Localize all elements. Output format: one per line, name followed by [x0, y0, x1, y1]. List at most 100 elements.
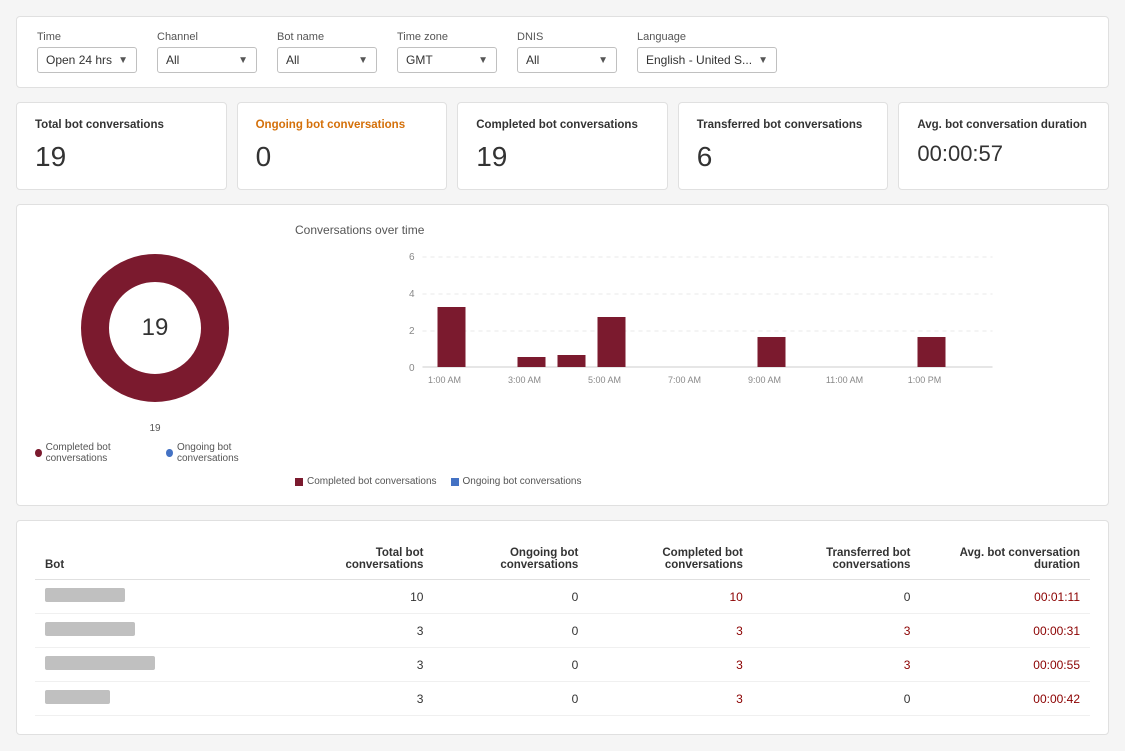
svg-text:11:00 AM: 11:00 AM: [826, 375, 863, 385]
bar-4am: [558, 355, 586, 367]
filter-time-select[interactable]: Open 24 hrs ▼: [37, 47, 137, 73]
donut-chart: 19: [70, 243, 240, 413]
bar-1pm: [918, 337, 946, 367]
filter-language-select[interactable]: English - United S... ▼: [637, 47, 777, 73]
col-avg: Avg. bot conversation duration: [920, 539, 1090, 580]
stat-ongoing-title: Ongoing bot conversations: [256, 119, 429, 131]
chevron-down-icon: ▼: [118, 55, 128, 66]
stat-transferred: Transferred bot conversations 6: [678, 102, 889, 190]
svg-text:1:00 PM: 1:00 PM: [908, 375, 942, 385]
filter-bar: Time Open 24 hrs ▼ Channel All ▼ Bot nam…: [16, 16, 1109, 88]
col-completed: Completed bot conversations: [588, 539, 753, 580]
filter-botname-value: All: [286, 53, 299, 67]
filter-time-value: Open 24 hrs: [46, 53, 112, 67]
filter-botname-select[interactable]: All ▼: [277, 47, 377, 73]
cell-avg: 00:00:42: [920, 682, 1090, 716]
stat-completed-title: Completed bot conversations: [476, 119, 649, 131]
donut-center-value: 19: [142, 314, 169, 342]
page: Time Open 24 hrs ▼ Channel All ▼ Bot nam…: [0, 0, 1125, 751]
filter-language: Language English - United S... ▼: [637, 31, 777, 73]
bar-3am: [518, 357, 546, 367]
bar-legend-ongoing-label: Ongoing bot conversations: [463, 476, 582, 487]
cell-completed: 3: [588, 614, 753, 648]
cell-transferred: 3: [753, 614, 921, 648]
filter-channel: Channel All ▼: [157, 31, 257, 73]
bar-9am: [758, 337, 786, 367]
stat-ongoing-value: 0: [256, 141, 429, 173]
filter-timezone-label: Time zone: [397, 31, 497, 43]
bar-legend-dot-ongoing: [451, 478, 459, 486]
stat-avg-duration: Avg. bot conversation duration 00:00:57: [898, 102, 1109, 190]
stat-transferred-value: 6: [697, 141, 870, 173]
bar-1am: [438, 307, 466, 367]
legend-completed: Completed bot conversations: [35, 442, 152, 464]
stat-total-title: Total bot conversations: [35, 119, 208, 131]
cell-total: 10: [295, 580, 433, 614]
cell-avg: 00:01:11: [920, 580, 1090, 614]
cell-ongoing: 0: [433, 580, 588, 614]
filter-time-label: Time: [37, 31, 137, 43]
cell-total: 3: [295, 682, 433, 716]
svg-text:5:00 AM: 5:00 AM: [588, 375, 621, 385]
donut-legend: Completed bot conversations Ongoing bot …: [35, 442, 275, 464]
table-row: 303300:00:55: [35, 648, 1090, 682]
svg-text:2: 2: [409, 326, 415, 337]
stat-avg-title: Avg. bot conversation duration: [917, 119, 1090, 131]
donut-label: 19: [149, 423, 160, 434]
bar-chart-container: Conversations over time 6 4 2 0: [295, 223, 1090, 487]
table-body: 10010000:01:11303300:00:31303300:00:5530…: [35, 580, 1090, 716]
filter-dnis-value: All: [526, 53, 539, 67]
cell-transferred: 3: [753, 648, 921, 682]
filter-language-value: English - United S...: [646, 53, 752, 67]
cell-ongoing: 0: [433, 682, 588, 716]
bar-chart-legend: Completed bot conversations Ongoing bot …: [295, 476, 1090, 487]
cell-ongoing: 0: [433, 648, 588, 682]
svg-text:4: 4: [409, 289, 415, 300]
stat-completed-value: 19: [476, 141, 649, 173]
col-transferred: Transferred bot conversations: [753, 539, 921, 580]
filter-dnis-select[interactable]: All ▼: [517, 47, 617, 73]
cell-total: 3: [295, 648, 433, 682]
bot-name-cell: [35, 614, 295, 648]
svg-text:1:00 AM: 1:00 AM: [428, 375, 461, 385]
bot-table: Bot Total bot conversations Ongoing bot …: [35, 539, 1090, 716]
filter-channel-select[interactable]: All ▼: [157, 47, 257, 73]
chevron-down-icon: ▼: [478, 55, 488, 66]
cell-avg: 00:00:31: [920, 614, 1090, 648]
filter-botname-label: Bot name: [277, 31, 377, 43]
stat-transferred-title: Transferred bot conversations: [697, 119, 870, 131]
stats-row: Total bot conversations 19 Ongoing bot c…: [16, 102, 1109, 190]
filter-time: Time Open 24 hrs ▼: [37, 31, 137, 73]
bot-name-cell: [35, 648, 295, 682]
legend-ongoing: Ongoing bot conversations: [166, 442, 275, 464]
bar-legend-completed: Completed bot conversations: [295, 476, 437, 487]
legend-dot-ongoing: [166, 449, 173, 457]
filter-dnis-label: DNIS: [517, 31, 617, 43]
bar-legend-dot-completed: [295, 478, 303, 486]
filter-timezone-select[interactable]: GMT ▼: [397, 47, 497, 73]
bar-5am: [598, 317, 626, 367]
cell-transferred: 0: [753, 682, 921, 716]
stat-ongoing: Ongoing bot conversations 0: [237, 102, 448, 190]
bot-name-cell: [35, 580, 295, 614]
filter-timezone: Time zone GMT ▼: [397, 31, 497, 73]
filter-botname: Bot name All ▼: [277, 31, 377, 73]
chevron-down-icon: ▼: [598, 55, 608, 66]
table-row: 303300:00:31: [35, 614, 1090, 648]
svg-text:7:00 AM: 7:00 AM: [668, 375, 701, 385]
col-ongoing: Ongoing bot conversations: [433, 539, 588, 580]
table-row: 303000:00:42: [35, 682, 1090, 716]
svg-text:3:00 AM: 3:00 AM: [508, 375, 541, 385]
chevron-down-icon: ▼: [238, 55, 248, 66]
table-section: Bot Total bot conversations Ongoing bot …: [16, 520, 1109, 735]
chevron-down-icon: ▼: [358, 55, 368, 66]
cell-avg: 00:00:55: [920, 648, 1090, 682]
svg-text:6: 6: [409, 252, 415, 263]
bar-chart-area: 6 4 2 0: [295, 247, 1090, 470]
legend-completed-label: Completed bot conversations: [46, 442, 153, 464]
svg-text:0: 0: [409, 363, 415, 374]
stat-total-value: 19: [35, 141, 208, 173]
col-total: Total bot conversations: [295, 539, 433, 580]
table-row: 10010000:01:11: [35, 580, 1090, 614]
cell-completed: 10: [588, 580, 753, 614]
